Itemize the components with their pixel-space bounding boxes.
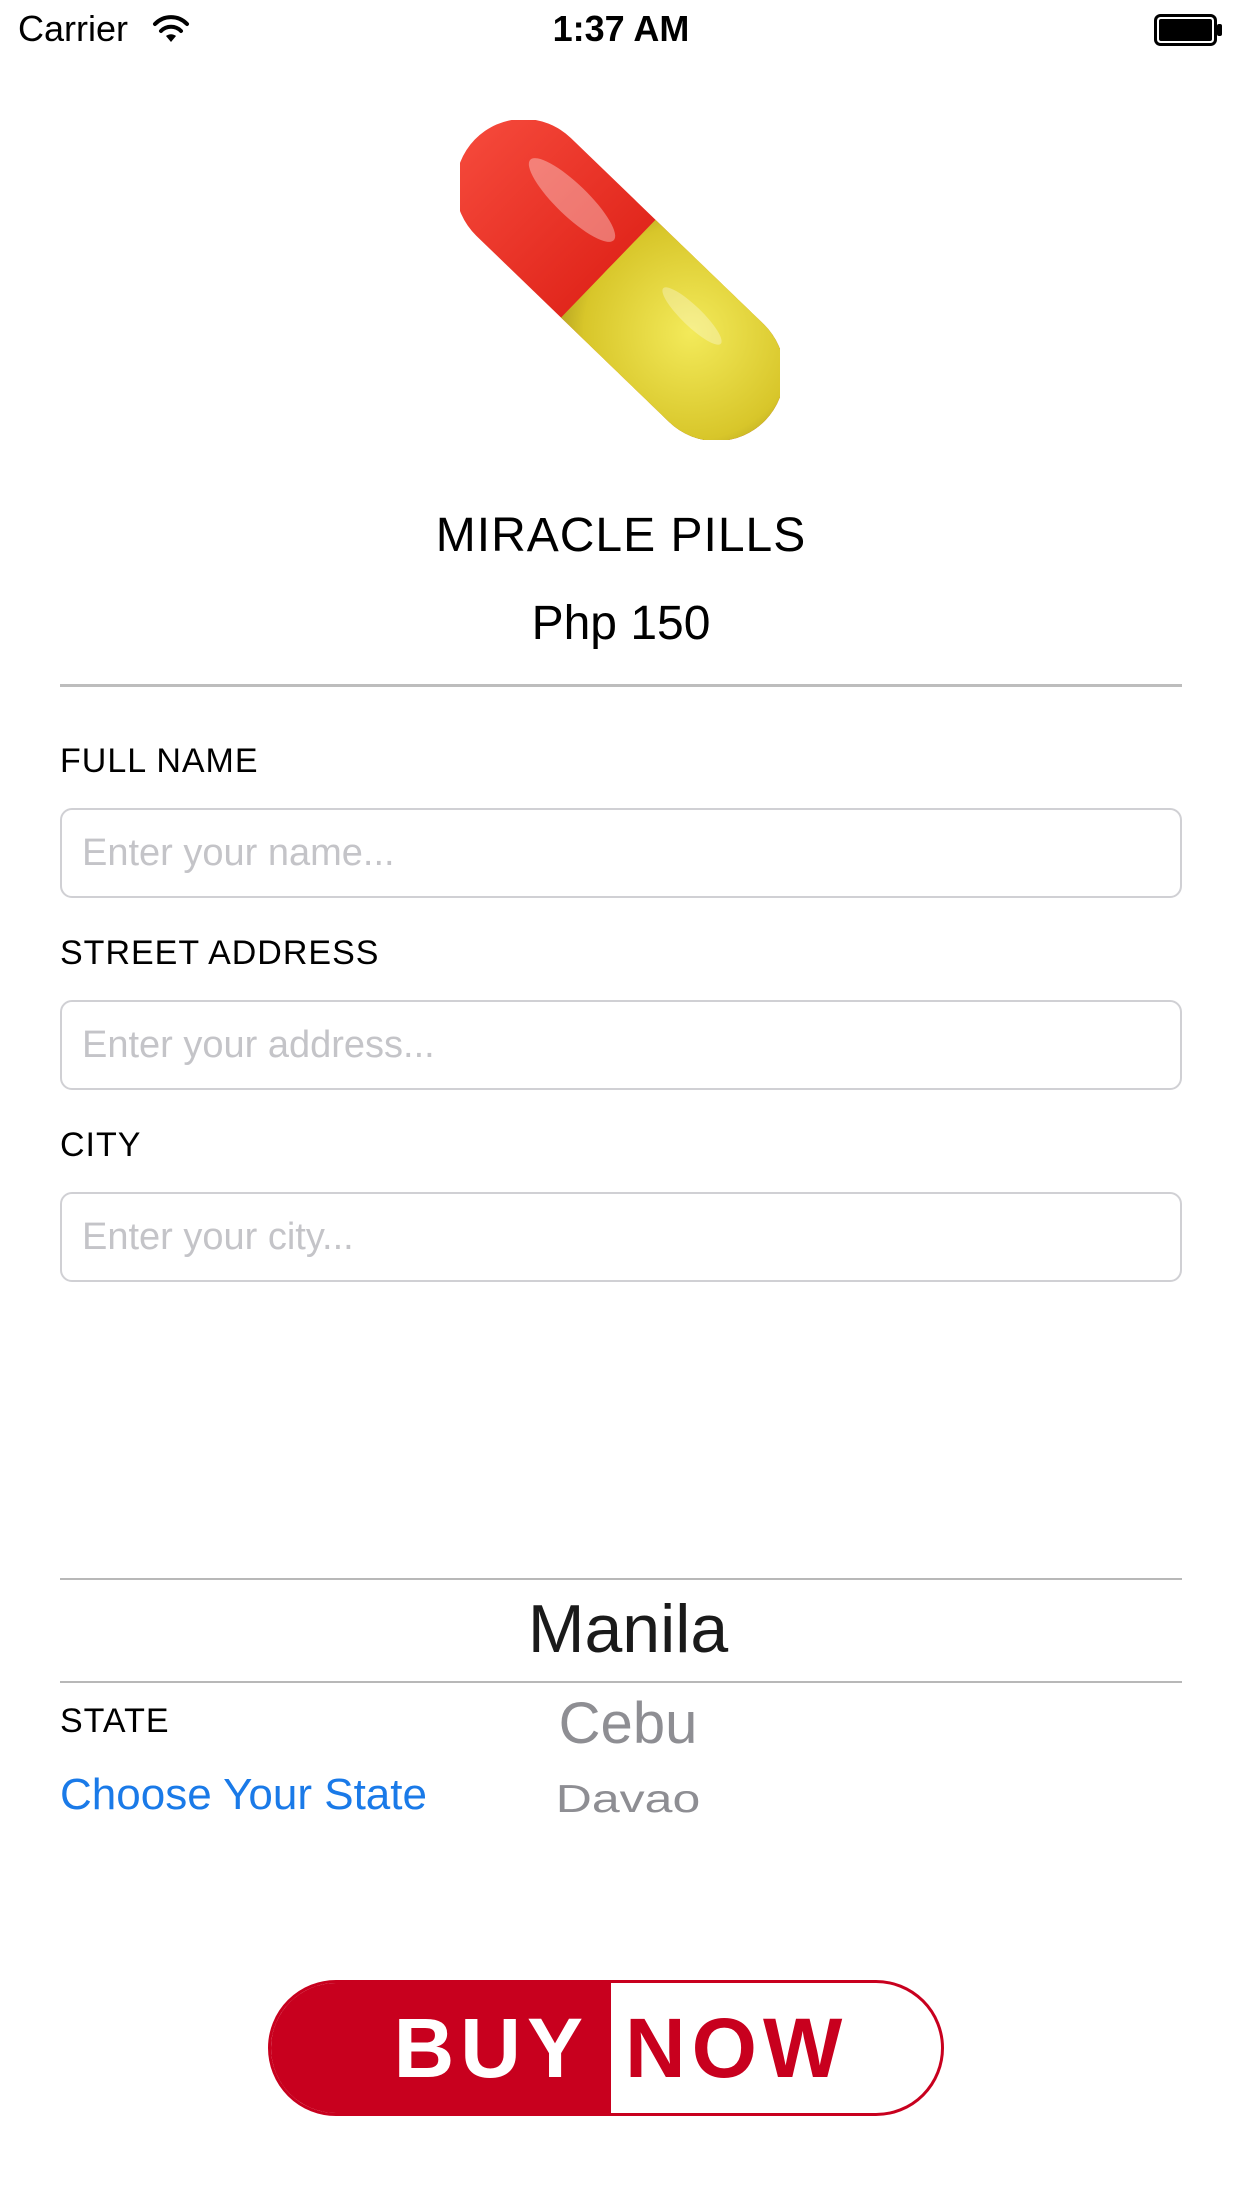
street-address-input[interactable]: [60, 1000, 1182, 1090]
buy-now-button[interactable]: BUY NOW: [268, 1980, 944, 2116]
picker-top-line: [60, 1578, 1182, 1580]
now-label: NOW: [625, 2000, 849, 2095]
state-picker-selected[interactable]: Manila: [0, 1590, 1242, 1668]
state-label: STATE: [60, 1702, 170, 1740]
pill-icon: [460, 120, 780, 440]
street-address-label: STREET ADDRESS: [60, 934, 380, 972]
status-time: 1:37 AM: [552, 8, 690, 49]
full-name-input[interactable]: [60, 808, 1182, 898]
product-price: Php 150: [531, 597, 711, 650]
product-name: MIRACLE PILLS: [435, 509, 807, 562]
picker-bottom-line: [60, 1681, 1182, 1683]
city-label: CITY: [60, 1126, 142, 1164]
state-picker-option[interactable]: Cebu: [0, 1690, 1242, 1757]
battery-icon: [1154, 14, 1222, 46]
divider: [60, 684, 1182, 687]
choose-state-link[interactable]: Choose Your State: [60, 1770, 427, 1820]
buy-label: BUY: [271, 1983, 611, 2113]
city-input[interactable]: [60, 1192, 1182, 1282]
status-bar: Carrier 1:37 AM: [0, 0, 1242, 60]
full-name-label: FULL NAME: [60, 742, 259, 780]
